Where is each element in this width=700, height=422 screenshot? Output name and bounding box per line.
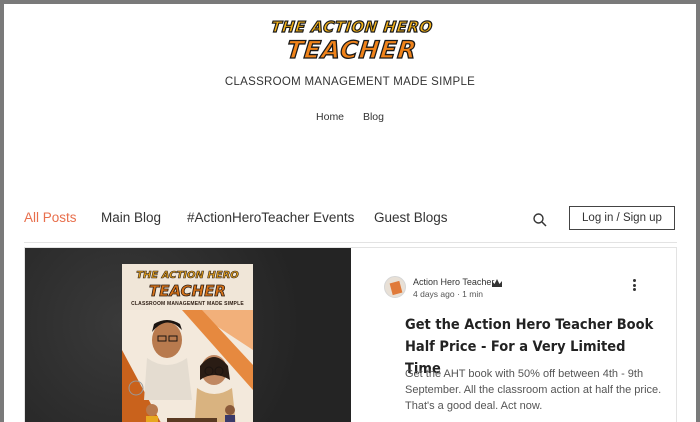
- crown-icon: [492, 279, 502, 287]
- nav-home[interactable]: Home: [316, 111, 344, 123]
- author-name[interactable]: Action Hero Teacher: [413, 277, 494, 287]
- more-options-icon[interactable]: [629, 278, 639, 294]
- site-logo[interactable]: THE ACTION HERO TEACHER: [252, 17, 452, 70]
- book-cover: THE ACTION HERO TEACHER CLASSROOM MANAGE…: [122, 264, 253, 422]
- book-subtitle: CLASSROOM MANAGEMENT MADE SIMPLE: [131, 301, 244, 307]
- avatar-book-icon: [389, 280, 403, 296]
- site-nav: Home Blog: [4, 111, 696, 123]
- category-events[interactable]: #ActionHeroTeacher Events: [187, 210, 354, 225]
- category-all-posts[interactable]: All Posts: [24, 210, 77, 225]
- blog-page: THE ACTION HERO TEACHER CLASSROOM MANAGE…: [4, 4, 696, 422]
- login-signup-button[interactable]: Log in / Sign up: [569, 206, 675, 230]
- category-guest-blogs[interactable]: Guest Blogs: [374, 210, 448, 225]
- post-date: 4 days ago: [413, 289, 455, 299]
- read-time: 1 min: [462, 289, 483, 299]
- book-title-line1: THE ACTION HERO: [136, 270, 239, 282]
- divider: [24, 242, 677, 243]
- post-card[interactable]: THE ACTION HERO TEACHER CLASSROOM MANAGE…: [24, 247, 677, 422]
- logo-line1: THE ACTION HERO: [270, 17, 434, 36]
- nav-blog[interactable]: Blog: [363, 111, 384, 123]
- search-icon[interactable]: [532, 212, 548, 228]
- blog-category-bar: All Posts Main Blog #ActionHeroTeacher E…: [24, 206, 679, 236]
- post-cover-image[interactable]: THE ACTION HERO TEACHER CLASSROOM MANAGE…: [25, 248, 351, 422]
- author-avatar[interactable]: [384, 276, 406, 298]
- post-excerpt: Get the AHT book with 50% off between 4t…: [405, 368, 662, 412]
- book-illustration: [122, 310, 253, 422]
- post-date-readtime: 4 days ago · 1 min: [413, 289, 483, 299]
- site-tagline: CLASSROOM MANAGEMENT MADE SIMPLE: [224, 76, 476, 88]
- category-main-blog[interactable]: Main Blog: [101, 210, 161, 225]
- book-title-line2: TEACHER: [149, 282, 227, 301]
- logo-line2: TEACHER: [285, 35, 419, 64]
